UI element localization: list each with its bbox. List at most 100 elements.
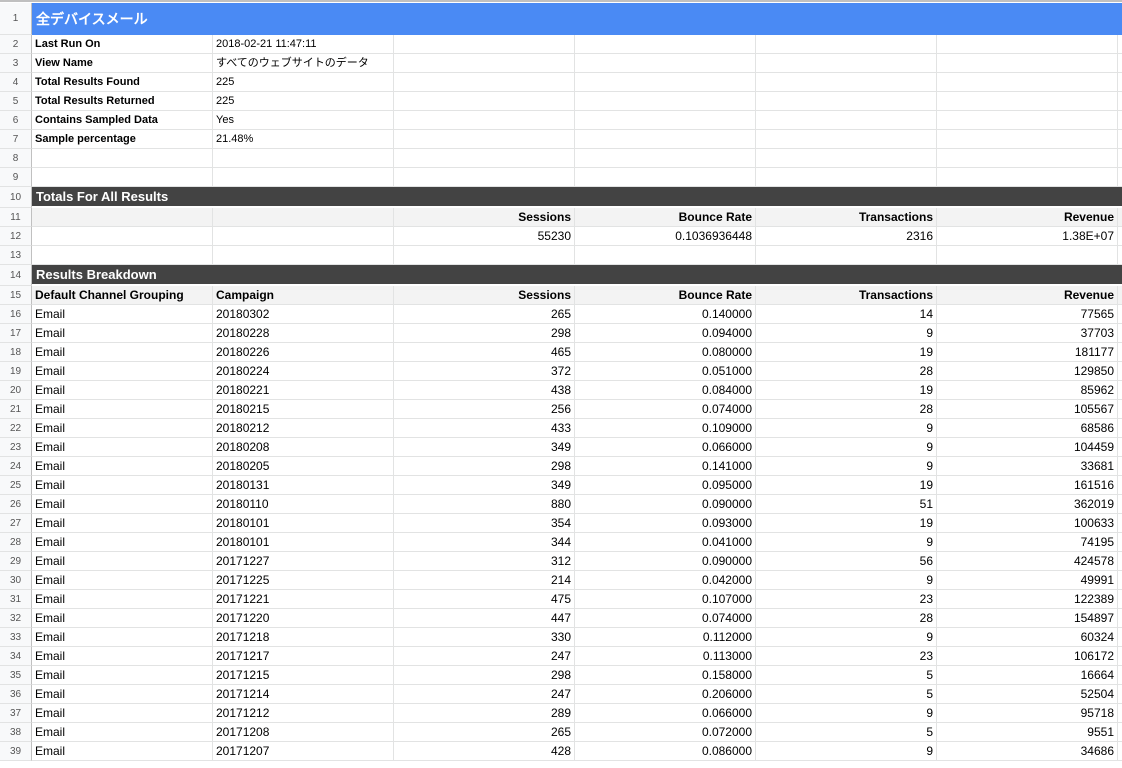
row-number[interactable]: 39 xyxy=(0,742,32,761)
empty-cell[interactable] xyxy=(1118,590,1122,609)
campaign-cell[interactable]: 20180226 xyxy=(213,343,394,362)
column-header[interactable]: Campaign xyxy=(213,286,394,305)
bounce-rate-cell[interactable]: 0.066000 xyxy=(575,704,756,723)
empty-cell[interactable] xyxy=(575,54,756,73)
campaign-cell[interactable]: 20180101 xyxy=(213,514,394,533)
channel-cell[interactable]: Email xyxy=(32,305,213,324)
row-number[interactable]: 32 xyxy=(0,609,32,628)
channel-cell[interactable]: Email xyxy=(32,438,213,457)
meta-value[interactable]: 225 xyxy=(213,73,394,92)
revenue-cell[interactable]: 122389 xyxy=(937,590,1118,609)
empty-cell[interactable] xyxy=(1118,343,1122,362)
sessions-cell[interactable]: 265 xyxy=(394,723,575,742)
row-number[interactable]: 11 xyxy=(0,208,32,227)
empty-cell[interactable] xyxy=(756,35,937,54)
channel-cell[interactable]: Email xyxy=(32,476,213,495)
channel-cell[interactable]: Email xyxy=(32,381,213,400)
column-header[interactable] xyxy=(32,208,213,227)
row-number[interactable]: 35 xyxy=(0,666,32,685)
transactions-cell[interactable]: 19 xyxy=(756,476,937,495)
sessions-cell[interactable]: 312 xyxy=(394,552,575,571)
empty-cell[interactable] xyxy=(1118,381,1122,400)
transactions-cell[interactable]: 9 xyxy=(756,742,937,761)
total-value[interactable]: 55230 xyxy=(394,227,575,246)
revenue-cell[interactable]: 85962 xyxy=(937,381,1118,400)
revenue-cell[interactable]: 77565 xyxy=(937,305,1118,324)
campaign-cell[interactable]: 20171212 xyxy=(213,704,394,723)
bounce-rate-cell[interactable]: 0.066000 xyxy=(575,438,756,457)
empty-cell[interactable] xyxy=(1118,571,1122,590)
campaign-cell[interactable]: 20171217 xyxy=(213,647,394,666)
empty-cell[interactable] xyxy=(1118,723,1122,742)
campaign-cell[interactable]: 20180302 xyxy=(213,305,394,324)
empty-cell[interactable] xyxy=(1118,362,1122,381)
empty-cell[interactable] xyxy=(213,149,394,168)
row-number[interactable]: 17 xyxy=(0,324,32,343)
empty-cell[interactable] xyxy=(1118,476,1122,495)
row-number[interactable]: 36 xyxy=(0,685,32,704)
empty-cell[interactable] xyxy=(937,111,1118,130)
sessions-cell[interactable]: 330 xyxy=(394,628,575,647)
revenue-cell[interactable]: 74195 xyxy=(937,533,1118,552)
row-number[interactable]: 13 xyxy=(0,246,32,265)
channel-cell[interactable]: Email xyxy=(32,723,213,742)
empty-cell[interactable] xyxy=(1118,552,1122,571)
empty-cell[interactable] xyxy=(937,54,1118,73)
column-header[interactable]: Transactions xyxy=(756,286,937,305)
transactions-cell[interactable]: 14 xyxy=(756,305,937,324)
campaign-cell[interactable]: 20171218 xyxy=(213,628,394,647)
empty-cell[interactable] xyxy=(1118,324,1122,343)
empty-cell[interactable] xyxy=(1118,609,1122,628)
column-header[interactable]: Revenue xyxy=(937,208,1118,227)
bounce-rate-cell[interactable]: 0.090000 xyxy=(575,552,756,571)
channel-cell[interactable]: Email xyxy=(32,343,213,362)
transactions-cell[interactable]: 28 xyxy=(756,609,937,628)
empty-cell[interactable] xyxy=(1118,286,1122,305)
bounce-rate-cell[interactable]: 0.113000 xyxy=(575,647,756,666)
transactions-cell[interactable]: 5 xyxy=(756,666,937,685)
row-number[interactable]: 33 xyxy=(0,628,32,647)
campaign-cell[interactable]: 20180101 xyxy=(213,533,394,552)
empty-cell[interactable] xyxy=(756,92,937,111)
bounce-rate-cell[interactable]: 0.051000 xyxy=(575,362,756,381)
revenue-cell[interactable]: 68586 xyxy=(937,419,1118,438)
empty-cell[interactable] xyxy=(1118,628,1122,647)
channel-cell[interactable]: Email xyxy=(32,647,213,666)
revenue-cell[interactable]: 181177 xyxy=(937,343,1118,362)
revenue-cell[interactable]: 100633 xyxy=(937,514,1118,533)
empty-cell[interactable] xyxy=(1118,130,1122,149)
bounce-rate-cell[interactable]: 0.074000 xyxy=(575,609,756,628)
campaign-cell[interactable]: 20171221 xyxy=(213,590,394,609)
revenue-cell[interactable]: 52504 xyxy=(937,685,1118,704)
empty-cell[interactable] xyxy=(1118,742,1122,761)
revenue-cell[interactable]: 154897 xyxy=(937,609,1118,628)
row-number[interactable]: 1 xyxy=(0,3,32,35)
row-number[interactable]: 22 xyxy=(0,419,32,438)
total-value[interactable]: 2316 xyxy=(756,227,937,246)
empty-cell[interactable] xyxy=(756,168,937,187)
row-number[interactable]: 28 xyxy=(0,533,32,552)
empty-cell[interactable] xyxy=(1118,666,1122,685)
row-number[interactable]: 31 xyxy=(0,590,32,609)
bounce-rate-cell[interactable]: 0.107000 xyxy=(575,590,756,609)
sessions-cell[interactable]: 247 xyxy=(394,647,575,666)
sessions-cell[interactable]: 256 xyxy=(394,400,575,419)
empty-cell[interactable] xyxy=(1118,227,1122,246)
sheet-title-band-label[interactable]: 全デバイスメール xyxy=(32,3,1122,35)
campaign-cell[interactable]: 20180228 xyxy=(213,324,394,343)
empty-cell[interactable] xyxy=(32,246,213,265)
channel-cell[interactable]: Email xyxy=(32,742,213,761)
channel-cell[interactable]: Email xyxy=(32,457,213,476)
transactions-cell[interactable]: 19 xyxy=(756,381,937,400)
campaign-cell[interactable]: 20171215 xyxy=(213,666,394,685)
bounce-rate-cell[interactable]: 0.042000 xyxy=(575,571,756,590)
row-number[interactable]: 30 xyxy=(0,571,32,590)
empty-cell[interactable] xyxy=(394,168,575,187)
empty-cell[interactable] xyxy=(1118,246,1122,265)
column-header[interactable] xyxy=(213,208,394,227)
empty-cell[interactable] xyxy=(1118,533,1122,552)
empty-cell[interactable] xyxy=(1118,400,1122,419)
sessions-cell[interactable]: 265 xyxy=(394,305,575,324)
revenue-cell[interactable]: 33681 xyxy=(937,457,1118,476)
bounce-rate-cell[interactable]: 0.093000 xyxy=(575,514,756,533)
